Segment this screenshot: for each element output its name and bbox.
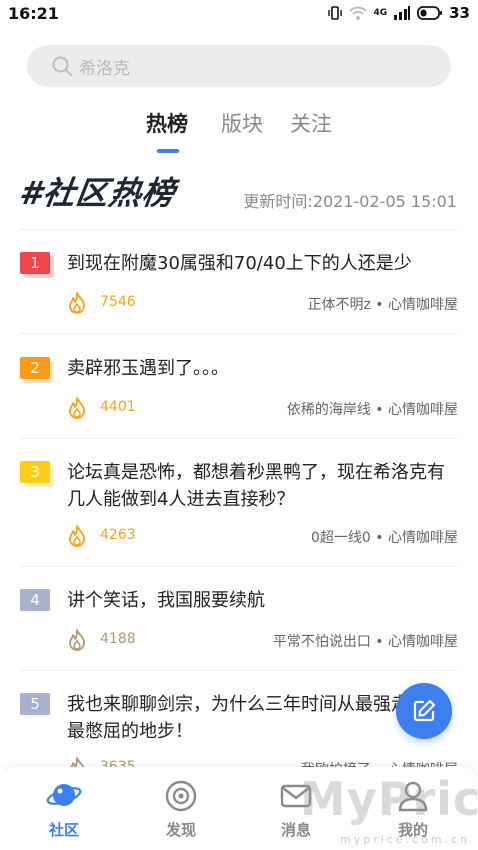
heat-count: 4188	[100, 631, 136, 647]
post-author[interactable]: 依稀的海岸线 • 心情咖啡屋	[287, 399, 458, 419]
battery-level: 33	[449, 4, 470, 22]
rank-badge: 4	[20, 589, 50, 611]
nav-discover[interactable]: 发现	[141, 779, 221, 840]
rank-badge: 1	[20, 252, 50, 274]
update-time: 更新时间:2021-02-05 15:01	[243, 192, 457, 211]
flame-icon	[69, 292, 85, 314]
row-divider	[20, 670, 458, 671]
post-meta: 4401 依稀的海岸线 • 心情咖啡屋	[20, 397, 458, 419]
post-meta: 4188 平常不怕说出口 • 心情咖啡屋	[20, 629, 458, 651]
edit-icon	[413, 699, 436, 722]
tab-hot[interactable]: 热榜	[146, 108, 188, 138]
top-tabs: 热榜 版块 关注	[0, 108, 478, 158]
nav-label: 发现	[165, 821, 196, 839]
post-title: 到现在附魔30属强和70/40上下的人还是少	[67, 253, 412, 274]
post-title: 卖辟邪玉遇到了。。。	[67, 358, 229, 379]
rank-badge: 2	[20, 357, 50, 379]
tab-active-indicator	[157, 149, 179, 153]
post-author[interactable]: 0超一线0 • 心情咖啡屋	[311, 527, 458, 547]
post-author[interactable]: 正体不明z • 心情咖啡屋	[307, 294, 458, 314]
search-bar[interactable]: 希洛克	[27, 45, 451, 87]
flame-icon	[69, 525, 85, 547]
flame-icon	[69, 629, 85, 651]
watermark: MyPrice	[300, 772, 478, 826]
tab-follow[interactable]: 关注	[290, 108, 332, 138]
row-divider	[20, 566, 458, 567]
post-meta: 7546 正体不明z • 心情咖啡屋	[20, 292, 458, 314]
search-placeholder: 希洛克	[79, 58, 130, 79]
post-title: 论坛真是恐怖，都想着秒黑鸭了，现在希洛克有几人能做到4人进去直接秒？	[67, 462, 445, 510]
network-type: 4G	[373, 8, 388, 18]
tab-boards[interactable]: 版块	[221, 108, 263, 138]
row-divider	[20, 438, 458, 439]
flame-icon	[69, 397, 85, 419]
signal-icon	[394, 6, 411, 20]
nav-label: 社区	[48, 821, 79, 839]
row-divider	[20, 333, 458, 334]
heat-count: 4401	[100, 399, 136, 415]
battery-icon	[417, 6, 443, 20]
watermark-sub: myprice.com.cn	[340, 833, 471, 846]
heat-count: 7546	[100, 294, 136, 310]
post-title: 讲个笑话，我国服要续航	[67, 590, 265, 611]
compose-button[interactable]	[396, 683, 452, 739]
status-bar: 16:21 4G 33	[0, 0, 478, 28]
page-title: #社区热榜	[17, 174, 178, 212]
heat-count: 4263	[100, 527, 136, 543]
rank-badge: 3	[20, 461, 50, 483]
wifi-icon	[349, 6, 368, 20]
post-author[interactable]: 平常不怕说出口 • 心情咖啡屋	[273, 631, 458, 651]
post-meta: 4263 0超一线0 • 心情咖啡屋	[20, 525, 458, 547]
rank-badge: 5	[20, 693, 50, 715]
target-icon	[165, 780, 197, 812]
planet-icon	[46, 784, 82, 806]
status-icons: 4G 33	[327, 4, 470, 22]
vibrate-icon	[328, 6, 343, 20]
search-icon	[52, 56, 72, 76]
divider	[20, 229, 458, 230]
nav-community[interactable]: 社区	[24, 779, 104, 840]
status-time: 16:21	[8, 4, 59, 23]
